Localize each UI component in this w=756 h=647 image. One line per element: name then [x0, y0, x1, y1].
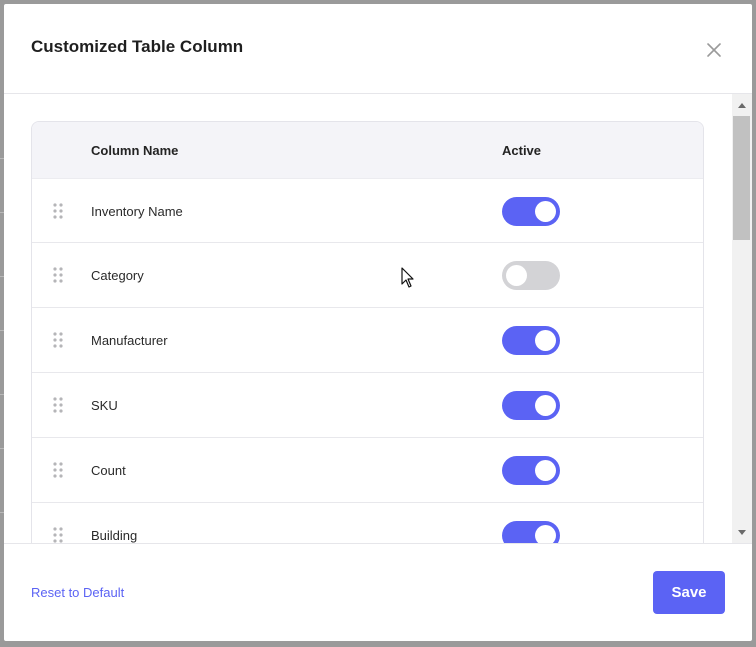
- active-toggle[interactable]: [502, 326, 560, 355]
- column-name-label: Count: [91, 463, 126, 478]
- column-name-header: Column Name: [91, 143, 179, 158]
- drag-handle-icon[interactable]: [53, 527, 63, 543]
- toggle-knob: [535, 460, 556, 481]
- active-toggle[interactable]: [502, 521, 560, 543]
- modal-body: Column Name Active Inventory Name Categor…: [4, 94, 752, 544]
- active-toggle[interactable]: [502, 261, 560, 290]
- active-toggle[interactable]: [502, 391, 560, 420]
- toggle-knob: [535, 201, 556, 222]
- active-toggle[interactable]: [502, 456, 560, 485]
- toggle-knob: [506, 265, 527, 286]
- modal-header: Customized Table Column: [4, 4, 752, 94]
- drag-handle-icon[interactable]: [53, 203, 63, 219]
- table-row: Manufacturer: [32, 308, 703, 373]
- toggle-knob: [535, 525, 556, 543]
- columns-table: Column Name Active Inventory Name Categor…: [31, 121, 704, 543]
- drag-handle-icon[interactable]: [53, 397, 63, 413]
- scroll-up-arrow-icon[interactable]: [732, 98, 752, 114]
- scrollbar-thumb[interactable]: [733, 116, 750, 240]
- drag-handle-icon[interactable]: [53, 267, 63, 283]
- column-name-label: Building: [91, 528, 138, 543]
- table-row: Category: [32, 243, 703, 308]
- table-row: Building: [32, 503, 703, 543]
- modal-footer: Reset to Default Save: [4, 544, 752, 641]
- column-name-label: Category: [91, 268, 144, 283]
- active-toggle[interactable]: [502, 197, 560, 226]
- scroll-down-arrow-icon[interactable]: [732, 524, 752, 540]
- drag-handle-icon[interactable]: [53, 332, 63, 348]
- table-row: SKU: [32, 373, 703, 438]
- close-button[interactable]: [700, 36, 728, 64]
- table-header: Column Name Active: [32, 122, 703, 179]
- toggle-knob: [535, 330, 556, 351]
- column-name-label: SKU: [91, 398, 118, 413]
- active-header: Active: [502, 143, 542, 158]
- close-icon: [707, 43, 721, 57]
- column-name-label: Manufacturer: [91, 333, 168, 348]
- table-row: Count: [32, 438, 703, 503]
- save-button[interactable]: Save: [653, 571, 725, 614]
- table-row: Inventory Name: [32, 179, 703, 243]
- modal-title: Customized Table Column: [31, 37, 244, 56]
- vertical-scrollbar[interactable]: [732, 94, 752, 543]
- column-name-label: Inventory Name: [91, 204, 183, 219]
- toggle-knob: [535, 395, 556, 416]
- drag-handle-icon[interactable]: [53, 462, 63, 478]
- reset-to-default-link[interactable]: Reset to Default: [31, 585, 124, 600]
- customize-columns-modal: Customized Table Column Column Name Acti…: [4, 4, 752, 641]
